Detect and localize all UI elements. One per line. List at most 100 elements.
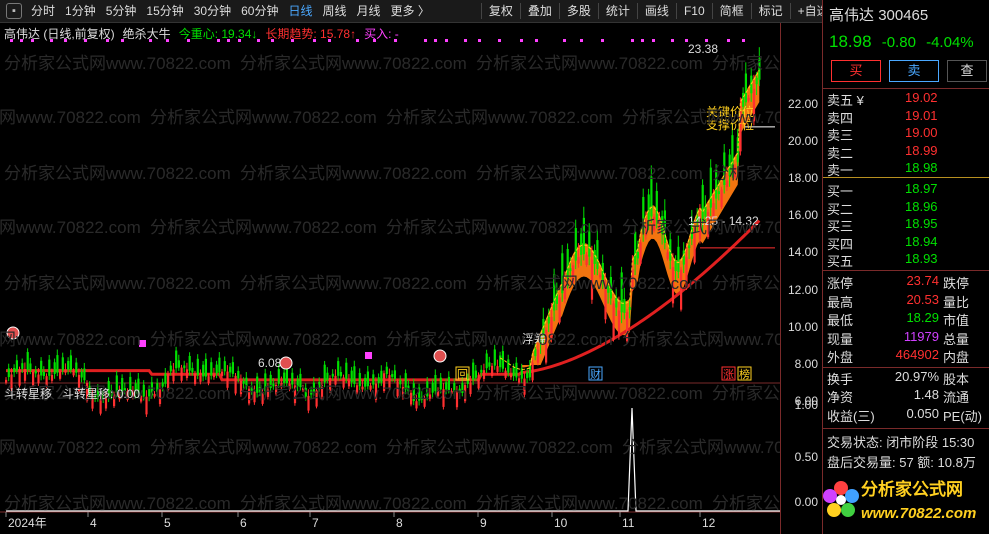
x-tick-label: 6 [240,516,247,530]
y-tick-label: 14.00 [787,245,818,260]
stock-code: 300465 [878,7,929,24]
trend-value: 长期趋势: 15.78↑ [265,26,357,41]
x-tick-label: 10 [554,516,568,530]
toolbar-button[interactable]: 简框 [715,0,749,23]
stat-label: 流通 [943,390,970,405]
bid-label: 买二 [827,201,854,217]
period-tab[interactable]: 月线 [352,0,386,23]
chart-title[interactable]: 高伟达 (日线,前复权) [4,25,115,42]
period-tab[interactable]: 日线 [283,0,317,23]
flower-icon [823,481,859,517]
sub-indicator-line [6,407,780,512]
period-tab[interactable]: 1分钟 [60,0,101,23]
x-tick-label: 11 [622,516,635,530]
ask-row: 卖一 18.98 [827,160,987,178]
support-price-label: 支撑价位 [706,117,754,132]
bid-label: 买五 [827,254,854,269]
toolbar-button[interactable]: 标记 [754,0,788,23]
period-tab[interactable]: 30分钟 [189,0,236,23]
toolbar-divider [675,3,677,19]
toolbar-button[interactable]: F10 [679,0,710,23]
current-price: 18.98 [829,32,872,51]
stat-label: 最低 [827,313,854,328]
period-tab[interactable]: 更多 〉 [386,0,435,23]
stock-title: 高伟达 300465 [829,4,928,25]
y-tick-label: 16.00 [787,208,818,223]
x-tick-label: 9 [480,516,487,530]
bid-price: 18.93 [905,251,938,266]
sub-tick-label: 1.00 [794,398,818,412]
bid-row: 买二 18.96 [827,199,987,217]
trade-status: 交易状态: 闭市阶段 15:30 [827,435,975,450]
query-button[interactable]: 查 [947,60,987,82]
after-hours: 盘后交易量: 57 额: 10.8万 [827,455,976,470]
x-tick-label: 7 [312,516,319,530]
ask-label: 卖四 [827,110,854,126]
stat-value: 11979 [903,328,939,344]
ask-label: 卖三 [827,128,854,143]
stat-value: 18.29 [906,310,939,325]
toolbar-button[interactable]: 复权 [484,0,518,23]
period-tab[interactable]: 15分钟 [141,0,188,23]
x-tick-label: 4 [90,516,97,530]
event-flag-label: 榜 [739,367,750,381]
toolbar-button[interactable]: 画线 [640,0,674,23]
toolbar-button[interactable]: 多股 [562,0,596,23]
main-legend: 高伟达 (日线,前复权) 绝杀大牛 今重心: 19.34↓ 长期趋势: 15.7… [4,24,399,42]
toolbar-divider [711,3,713,19]
price-axis: 22.00 20.00 18.00 16.00 14.00 12.00 10.00 8.00 6… [780,23,822,534]
y-tick-label: 12.00 [787,282,818,297]
kline-chart[interactable]: 23.38 14.25 - 14.32 6.08 关键价位 支撑价位 浮筹回 财 涨榜 2024… [0,23,780,534]
x-tick-label: 2024年 [8,516,47,530]
ask-label: 卖二 [827,145,854,161]
bid-price: 18.97 [905,181,938,196]
bid-row: 买三 18.95 [827,216,987,234]
settings-icon[interactable]: ▪ [6,3,22,19]
bid-row: 买四 18.94 [827,233,987,252]
ask-row: 卖三 19.00 [827,125,987,143]
y-tick-label: 20.00 [787,133,818,148]
bid-row: 买一 18.97 [827,181,987,199]
stat-label: 现量 [827,331,854,347]
sub-indicator-name[interactable]: 斗转星移 [4,387,52,401]
stat-label: 量比 [943,294,970,310]
stat-label: 股本 [943,371,970,387]
stat-value: 0.050 [906,405,939,421]
stat-value: 1.48 [913,387,939,402]
sell-button[interactable]: 卖 [889,60,939,82]
stat-value: 20.53 [906,291,939,307]
price-change: -0.80 [881,34,916,51]
toolbar-divider [480,3,482,19]
y-tick-label: 22.00 [787,96,818,111]
stat-label: 跌停 [943,276,970,291]
period-tab[interactable]: 60分钟 [236,0,283,23]
stat-label: 内盘 [943,350,970,365]
buy-button[interactable]: 买 [831,60,881,82]
high-label: 23.38 [688,42,718,56]
stat-label: 外盘 [827,350,854,365]
toolbar-button[interactable]: 叠加 [523,0,557,23]
bid-price: 18.95 [905,216,938,231]
x-tick-label: 8 [396,516,403,530]
stock-name: 高伟达 [829,7,875,24]
bid-label: 买四 [827,236,854,252]
toolbar-divider [519,3,521,19]
indicator-name[interactable]: 绝杀大牛 [123,25,171,42]
toolbar-divider [636,3,638,19]
event-flag-label: 财 [590,367,601,381]
center-value: 今重心: 19.34↓ [178,26,258,41]
ask-price: 18.98 [905,160,938,175]
period-tab[interactable]: 分时 [26,0,60,23]
toolbar-button[interactable]: 统计 [601,0,635,23]
ask-row: 卖五 ¥ 19.02 [827,90,987,108]
period-tab[interactable]: 5分钟 [101,0,142,23]
divider [823,428,989,429]
sub-tick-label: 0.50 [794,450,818,464]
bid-price: 18.94 [905,233,938,249]
event-flag-label: 涨 [723,368,734,381]
chart-canvas[interactable]: 23.38 14.25 - 14.32 6.08 关键价位支撑价位浮筹回 财 涨榜 2024… [0,23,780,534]
sub-indicator-value: 斗转星移: 0.00 [62,387,141,401]
signal-ball-icon [279,356,293,370]
stat-value: 464902 [895,347,939,362]
period-tab[interactable]: 周线 [317,0,351,23]
